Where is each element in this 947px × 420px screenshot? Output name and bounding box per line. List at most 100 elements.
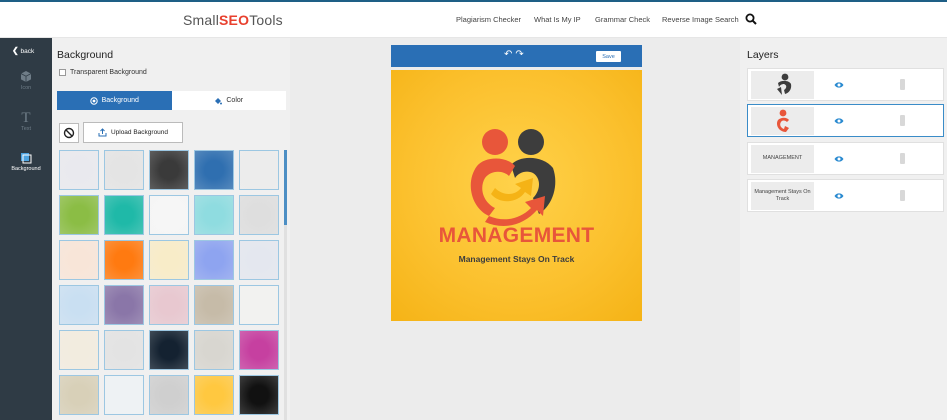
eye-icon[interactable] <box>834 117 844 125</box>
background-swatch[interactable] <box>194 195 234 235</box>
tab-label: Background <box>101 97 139 104</box>
scrollbar-thumb[interactable] <box>284 150 287 225</box>
logo-suffix: Tools <box>249 12 283 28</box>
rail-item-label: Icon <box>20 85 32 91</box>
rail-item-label: Text <box>20 126 32 132</box>
logo-title-text[interactable]: MANAGEMENT <box>391 224 642 248</box>
swatch-scrollbar[interactable] <box>284 150 287 420</box>
tab-color[interactable]: Color <box>171 91 286 110</box>
upload-background-button[interactable]: Upload Background <box>83 122 183 143</box>
transparent-checkbox[interactable] <box>59 69 66 76</box>
background-swatch[interactable] <box>239 330 279 370</box>
background-swatch[interactable] <box>59 330 99 370</box>
panel-title: Background <box>57 49 114 61</box>
background-swatch[interactable] <box>104 375 144 415</box>
back-label: back <box>20 48 35 55</box>
background-swatch[interactable] <box>149 150 189 190</box>
background-swatch[interactable] <box>194 330 234 370</box>
redo-icon[interactable]: ↷ <box>515 49 526 60</box>
rail-item-background[interactable]: Background <box>0 152 52 172</box>
background-swatch[interactable] <box>104 240 144 280</box>
background-swatch[interactable] <box>59 195 99 235</box>
undo-icon[interactable]: ↶ <box>504 49 515 60</box>
background-icon <box>21 153 32 164</box>
layer-item-management-text[interactable]: MANAGEMENT <box>747 142 944 175</box>
layer-thumbnail <box>751 71 814 99</box>
upload-icon <box>98 128 107 137</box>
logo-seo: SEO <box>219 12 250 28</box>
background-swatch[interactable] <box>194 375 234 415</box>
undo-redo-group: ↶↷ <box>504 49 527 60</box>
search-icon[interactable] <box>745 13 757 25</box>
logo-orange-arrow <box>485 196 545 226</box>
background-swatch[interactable] <box>59 285 99 325</box>
design-artboard[interactable]: MANAGEMENT Management Stays On Track <box>391 70 642 321</box>
logo-dark-head <box>518 129 544 155</box>
rail-item-label: Background <box>11 166 41 172</box>
background-swatch[interactable] <box>149 330 189 370</box>
upload-label: Upload Background <box>110 129 169 136</box>
layer-thumbnail: Management Stays On Track <box>751 182 814 210</box>
eye-icon[interactable] <box>834 192 844 200</box>
no-background-button[interactable] <box>59 123 79 143</box>
nav-reverse-image-search[interactable]: Reverse Image Search <box>662 15 739 24</box>
delete-layer-icon[interactable] <box>900 79 905 90</box>
transparent-label: Transparent Background <box>70 69 147 76</box>
background-swatch[interactable] <box>194 150 234 190</box>
background-swatch[interactable] <box>149 375 189 415</box>
transparent-background-toggle[interactable]: Transparent Background <box>59 69 147 76</box>
eye-icon[interactable] <box>834 155 844 163</box>
layer-item-subtitle-text[interactable]: Management Stays On Track <box>747 179 944 212</box>
background-swatch[interactable] <box>59 375 99 415</box>
background-swatch[interactable] <box>239 240 279 280</box>
delete-layer-icon[interactable] <box>900 190 905 201</box>
background-swatch[interactable] <box>104 330 144 370</box>
chevron-left-icon: ❮ <box>12 46 19 55</box>
cube-icon <box>20 71 32 82</box>
nav-grammar-check[interactable]: Grammar Check <box>595 15 650 24</box>
layers-panel: Layers MANAGEMENT Management Stays On Tr… <box>740 38 947 420</box>
target-icon <box>89 96 98 105</box>
background-swatch[interactable] <box>239 150 279 190</box>
top-header: SmallSEOTools Plagiarism Checker What Is… <box>0 0 947 38</box>
layer-item-dark-figure[interactable] <box>747 68 944 101</box>
background-swatch[interactable] <box>104 150 144 190</box>
dark-figure-thumb-icon <box>776 73 791 95</box>
rail-item-icon[interactable]: Icon <box>0 70 52 91</box>
background-swatch[interactable] <box>194 285 234 325</box>
layer-item-orange-figure[interactable] <box>747 104 944 137</box>
tab-label: Color <box>226 97 244 104</box>
canvas-toolbar: ↶↷ Save <box>391 45 642 67</box>
nav-plagiarism-checker[interactable]: Plagiarism Checker <box>456 15 521 24</box>
background-swatch[interactable] <box>149 240 189 280</box>
logo-prefix: Small <box>183 12 220 28</box>
logo-subtitle-text[interactable]: Management Stays On Track <box>391 254 642 264</box>
logo-graphic[interactable] <box>391 70 642 321</box>
background-swatch[interactable] <box>59 240 99 280</box>
tab-background[interactable]: Background <box>57 91 172 110</box>
background-swatch[interactable] <box>239 285 279 325</box>
background-swatch[interactable] <box>194 240 234 280</box>
back-button[interactable]: ❮ back <box>12 46 34 55</box>
text-t-icon: T <box>21 110 31 126</box>
background-swatch[interactable] <box>149 195 189 235</box>
background-swatch[interactable] <box>149 285 189 325</box>
delete-layer-icon[interactable] <box>900 153 905 164</box>
background-swatch[interactable] <box>104 285 144 325</box>
save-button[interactable]: Save <box>596 51 621 62</box>
nav-what-is-my-ip[interactable]: What Is My IP <box>534 15 581 24</box>
layer-thumbnail <box>751 107 814 135</box>
background-swatch-grid <box>59 150 283 420</box>
background-swatch[interactable] <box>104 195 144 235</box>
background-swatch[interactable] <box>59 150 99 190</box>
background-tabs: Background Color <box>57 91 286 110</box>
rail-item-text[interactable]: T Text <box>0 110 52 133</box>
delete-layer-icon[interactable] <box>900 115 905 126</box>
logo-orange-body <box>470 158 515 216</box>
background-swatch[interactable] <box>239 375 279 415</box>
ban-icon <box>63 127 75 139</box>
eye-icon[interactable] <box>834 81 844 89</box>
background-swatch[interactable] <box>239 195 279 235</box>
site-logo[interactable]: SmallSEOTools <box>183 12 283 28</box>
background-panel: Background Transparent Background Backgr… <box>52 38 290 420</box>
